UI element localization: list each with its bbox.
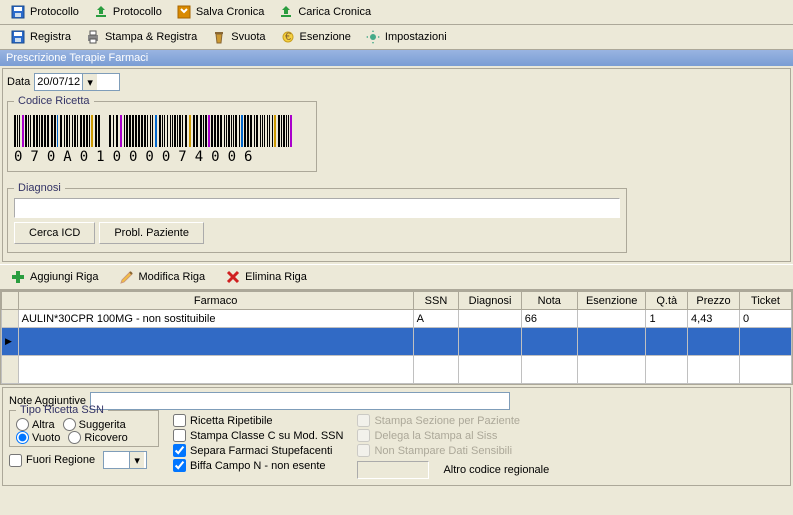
stampa-registra-button[interactable]: Stampa & Registra — [79, 27, 203, 47]
chronic-load-icon — [278, 4, 294, 20]
modifica-riga-button[interactable]: Modifica Riga — [113, 267, 212, 287]
altro-codice-label: Altro codice regionale — [443, 464, 549, 476]
aggiungi-riga-button[interactable]: Aggiungi Riga — [4, 267, 105, 287]
esenzione-button[interactable]: €Esenzione — [274, 27, 357, 47]
data-label: Data — [7, 76, 30, 88]
elimina-riga-button[interactable]: Elimina Riga — [219, 267, 313, 287]
checks-disabled: Stampa Sezione per Paziente Delega la Sta… — [357, 414, 549, 481]
load-green-icon — [93, 4, 109, 20]
fuori-regione-select[interactable]: ▾ — [103, 451, 147, 469]
page-title: Prescrizione Terapie Farmaci — [0, 50, 793, 66]
col-nota[interactable]: Nota — [521, 292, 577, 310]
check-separa-farmaci-stupefacenti[interactable]: Separa Farmaci Stupefacenti — [173, 444, 343, 457]
fuori-regione-checkbox[interactable] — [9, 454, 22, 467]
altro-codice-input[interactable] — [357, 461, 429, 479]
settings-icon — [365, 29, 381, 45]
diagnosi-input[interactable] — [14, 198, 620, 218]
cerca-icd-button[interactable]: Cerca ICD — [14, 222, 95, 244]
footer-panel: Note Aggiuntive Tipo Ricetta SSN AltraSu… — [2, 387, 791, 486]
codice-ricetta-group: Codice Ricetta 070A01000074006 — [7, 95, 317, 172]
edit-icon — [119, 269, 135, 285]
tipo-ricetta-legend: Tipo Ricetta SSN — [16, 404, 108, 416]
barcode-text: 070A01000074006 — [14, 149, 310, 165]
plus-icon — [10, 269, 26, 285]
barcode — [14, 115, 310, 147]
col-diagnosi[interactable]: Diagnosi — [459, 292, 521, 310]
save-icon — [10, 29, 26, 45]
tipo-ricetta-group: Tipo Ricetta SSN Altra SuggeritaVuoto Rico… — [9, 404, 159, 447]
radio-altra[interactable]: Altra — [16, 418, 55, 431]
probl-paziente-button[interactable]: Probl. Paziente — [99, 222, 204, 244]
fuori-regione-check[interactable]: Fuori Regione — [9, 454, 95, 467]
carica-cronica-button[interactable]: Carica Cronica — [272, 2, 377, 22]
chevron-down-icon[interactable]: ▾ — [82, 74, 97, 90]
date-value: 20/07/12 — [37, 76, 80, 88]
chevron-down-icon[interactable]: ▾ — [129, 452, 144, 468]
codice-legend: Codice Ricetta — [14, 95, 94, 107]
print-icon — [85, 29, 101, 45]
diagnosi-legend: Diagnosi — [14, 182, 65, 194]
col-ticket[interactable]: Ticket — [739, 292, 791, 310]
svg-text:€: € — [284, 31, 290, 43]
trash-icon — [211, 29, 227, 45]
col-q.tà[interactable]: Q.tà — [646, 292, 688, 310]
protocollo-button[interactable]: Protocollo — [87, 2, 168, 22]
col-esenzione[interactable]: Esenzione — [577, 292, 646, 310]
col-prezzo[interactable]: Prezzo — [688, 292, 740, 310]
main-panel: Data 20/07/12 ▾ Codice Ricetta 070A01000… — [2, 68, 791, 262]
exempt-icon: € — [280, 29, 296, 45]
toolbar-1: ProtocolloProtocolloSalva CronicaCarica … — [0, 0, 793, 25]
radio-ricovero[interactable]: Ricovero — [68, 431, 127, 444]
salva-cronica-button[interactable]: Salva Cronica — [170, 2, 270, 22]
check-ricetta-ripetibile[interactable]: Ricetta Ripetibile — [173, 414, 343, 427]
check-stampa-sezione-per-paziente: Stampa Sezione per Paziente — [357, 414, 549, 427]
svuota-button[interactable]: Svuota — [205, 27, 271, 47]
protocollo-button[interactable]: Protocollo — [4, 2, 85, 22]
registra-button[interactable]: Registra — [4, 27, 77, 47]
farmaci-grid[interactable]: FarmacoSSNDiagnosiNotaEsenzioneQ.tàPrezz… — [0, 290, 793, 385]
check-stampa-classe-c-su-mod-ssn[interactable]: Stampa Classe C su Mod. SSN — [173, 429, 343, 442]
save-green-icon — [10, 4, 26, 20]
radio-vuoto[interactable]: Vuoto — [16, 431, 60, 444]
col-farmaco[interactable]: Farmaco — [18, 292, 413, 310]
check-delega-la-stampa-al-siss: Delega la Stampa al Siss — [357, 429, 549, 442]
table-row-selected[interactable]: ▶ — [2, 328, 792, 356]
col-ssn[interactable]: SSN — [413, 292, 459, 310]
check-biffa-campo-n-non-esente[interactable]: Biffa Campo N - non esente — [173, 459, 343, 472]
diagnosi-group: Diagnosi Cerca ICD Probl. Paziente — [7, 182, 627, 253]
row-actions-bar: Aggiungi Riga Modifica Riga Elimina Riga — [0, 264, 793, 290]
toolbar-2: RegistraStampa & RegistraSvuota€Esenzion… — [0, 25, 793, 50]
check-non-stampare-dati-sensibili: Non Stampare Dati Sensibili — [357, 444, 549, 457]
chronic-save-icon — [176, 4, 192, 20]
impostazioni-button[interactable]: Impostazioni — [359, 27, 453, 47]
radio-suggerita[interactable]: Suggerita — [63, 418, 126, 431]
date-picker[interactable]: 20/07/12 ▾ — [34, 73, 120, 91]
delete-icon — [225, 269, 241, 285]
checks-left: Ricetta Ripetibile Stampa Classe C su Mod… — [173, 414, 343, 472]
table-row[interactable]: AULIN*30CPR 100MG - non sostituibileA661… — [2, 310, 792, 328]
